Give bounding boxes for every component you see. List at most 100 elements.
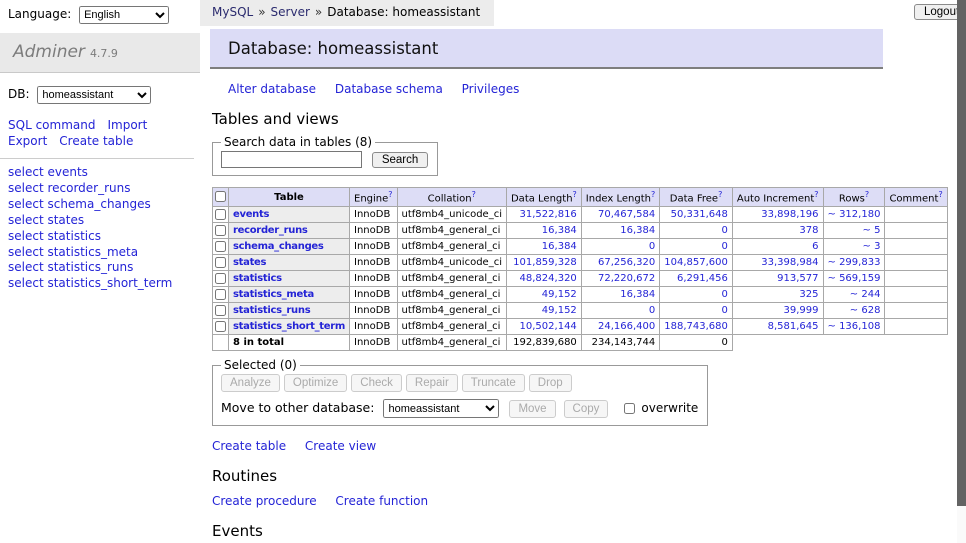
table-name-cell: statistics bbox=[229, 271, 350, 287]
table-name-link[interactable]: statistics_meta bbox=[233, 289, 314, 300]
sidebar-select-link[interactable]: select statistics_short_term bbox=[8, 276, 200, 292]
column-help-link[interactable]: ? bbox=[814, 190, 818, 199]
table-header-cell: Index Length? bbox=[581, 188, 659, 207]
sidebar-select-link[interactable]: select events bbox=[8, 165, 200, 181]
sidebar-select-link[interactable]: select statistics bbox=[8, 229, 200, 245]
breadcrumb-link[interactable]: Server bbox=[271, 5, 310, 19]
alter-database-link[interactable]: Alter database bbox=[228, 82, 316, 96]
optimize-button[interactable]: Optimize bbox=[284, 374, 347, 392]
search-legend: Search data in tables (8) bbox=[221, 135, 375, 149]
column-help-link[interactable]: ? bbox=[651, 190, 655, 199]
rows-cell: ~ 3 bbox=[823, 239, 885, 255]
column-help-link[interactable]: ? bbox=[573, 190, 577, 199]
adminer-logo-link[interactable]: Adminer bbox=[13, 42, 85, 62]
auto-increment-cell: 6 bbox=[732, 239, 823, 255]
index-length-cell: 0 bbox=[581, 239, 659, 255]
selected-legend: Selected (0) bbox=[221, 358, 300, 372]
comment-cell bbox=[885, 303, 947, 319]
repair-button[interactable]: Repair bbox=[406, 374, 458, 392]
privileges-link[interactable]: Privileges bbox=[462, 82, 520, 96]
data-length-cell: 49,152 bbox=[506, 303, 581, 319]
row-checkbox[interactable] bbox=[215, 321, 226, 332]
create-procedure-link[interactable]: Create procedure bbox=[212, 494, 317, 508]
overwrite-label[interactable]: overwrite bbox=[641, 401, 698, 415]
data-length-cell: 49,152 bbox=[506, 287, 581, 303]
app-header: Adminer4.7.9 bbox=[0, 33, 200, 73]
drop-button[interactable]: Drop bbox=[529, 374, 572, 392]
table-name-link[interactable]: events bbox=[233, 209, 269, 220]
row-checkbox-cell bbox=[213, 239, 229, 255]
move-db-select[interactable]: homeassistant bbox=[383, 399, 499, 418]
table-name-link[interactable]: states bbox=[233, 257, 266, 268]
row-checkbox[interactable] bbox=[215, 257, 226, 268]
table-header-cell: Comment? bbox=[885, 188, 947, 207]
page-title: Database: homeassistant bbox=[210, 29, 883, 69]
move-button[interactable]: Move bbox=[509, 400, 555, 418]
create-view-link[interactable]: Create view bbox=[305, 439, 376, 453]
language-select[interactable]: English bbox=[79, 6, 169, 24]
table-row: statistics_metaInnoDButf8mb4_general_ci4… bbox=[213, 287, 948, 303]
row-checkbox[interactable] bbox=[215, 273, 226, 284]
row-checkbox-cell bbox=[213, 287, 229, 303]
sidebar-select-link[interactable]: select statistics_meta bbox=[8, 245, 200, 261]
rows-cell: ~ 244 bbox=[823, 287, 885, 303]
truncate-button[interactable]: Truncate bbox=[462, 374, 525, 392]
row-checkbox-cell bbox=[213, 223, 229, 239]
sql-command-link[interactable]: SQL command bbox=[8, 118, 95, 132]
table-name-link[interactable]: schema_changes bbox=[233, 241, 324, 252]
copy-button[interactable]: Copy bbox=[564, 400, 609, 418]
sidebar-select-link[interactable]: select statistics_runs bbox=[8, 260, 200, 276]
create-table-link[interactable]: Create table bbox=[212, 439, 286, 453]
row-checkbox[interactable] bbox=[215, 241, 226, 252]
index-length-cell: 67,256,320 bbox=[581, 255, 659, 271]
row-checkbox[interactable] bbox=[215, 305, 226, 316]
column-label: Comment bbox=[889, 193, 938, 204]
column-help-link[interactable]: ? bbox=[938, 190, 942, 199]
sidebar-select-link[interactable]: select recorder_runs bbox=[8, 181, 200, 197]
column-help-link[interactable]: ? bbox=[472, 190, 476, 199]
column-help-link[interactable]: ? bbox=[865, 190, 869, 199]
main-content: MySQL»Server»Database: homeassistant Dat… bbox=[200, 0, 912, 540]
index-length-cell: 72,220,672 bbox=[581, 271, 659, 287]
breadcrumb: MySQL»Server»Database: homeassistant bbox=[200, 0, 494, 26]
scrollbar-thumb[interactable] bbox=[957, 0, 966, 506]
table-name-link[interactable]: statistics_short_term bbox=[233, 321, 345, 332]
table-header-cell: Rows? bbox=[823, 188, 885, 207]
sidebar-select-link[interactable]: select schema_changes bbox=[8, 197, 200, 213]
db-select[interactable]: homeassistant bbox=[37, 86, 151, 104]
breadcrumb-current: Database: homeassistant bbox=[327, 5, 480, 19]
create-function-link[interactable]: Create function bbox=[335, 494, 428, 508]
database-schema-link[interactable]: Database schema bbox=[335, 82, 443, 96]
index-length-cell: 16,384 bbox=[581, 223, 659, 239]
row-checkbox[interactable] bbox=[215, 289, 226, 300]
import-link[interactable]: Import bbox=[107, 118, 147, 132]
table-name-link[interactable]: recorder_runs bbox=[233, 225, 308, 236]
column-help-link[interactable]: ? bbox=[388, 190, 392, 199]
search-button[interactable]: Search bbox=[372, 152, 428, 168]
engine-cell: InnoDB bbox=[350, 223, 398, 239]
check-button[interactable]: Check bbox=[351, 374, 402, 392]
table-name-link[interactable]: statistics_runs bbox=[233, 305, 310, 316]
language-label: Language: bbox=[8, 7, 71, 21]
search-input[interactable] bbox=[221, 151, 362, 168]
column-help-link[interactable]: ? bbox=[718, 190, 722, 199]
sidebar-select-link[interactable]: select states bbox=[8, 213, 200, 229]
table-name-link[interactable]: statistics bbox=[233, 273, 282, 284]
row-checkbox[interactable] bbox=[215, 225, 226, 236]
row-checkbox-cell bbox=[213, 255, 229, 271]
tables-table: TableEngine?Collation?Data Length?Index … bbox=[212, 187, 948, 351]
engine-cell: InnoDB bbox=[350, 303, 398, 319]
data-free-cell: 188,743,680 bbox=[660, 319, 733, 335]
rows-cell: ~ 312,180 bbox=[823, 207, 885, 223]
table-header-cell: Data Free? bbox=[660, 188, 733, 207]
data-free-cell: 104,857,600 bbox=[660, 255, 733, 271]
create-table-sidebar-link[interactable]: Create table bbox=[59, 134, 133, 148]
export-link[interactable]: Export bbox=[8, 134, 47, 148]
overwrite-checkbox[interactable] bbox=[624, 403, 635, 414]
select-all-checkbox[interactable] bbox=[215, 191, 226, 202]
data-length-cell: 16,384 bbox=[506, 223, 581, 239]
breadcrumb-link[interactable]: MySQL bbox=[212, 5, 253, 19]
analyze-button[interactable]: Analyze bbox=[221, 374, 280, 392]
row-checkbox[interactable] bbox=[215, 209, 226, 220]
auto-increment-cell: 33,398,984 bbox=[732, 255, 823, 271]
